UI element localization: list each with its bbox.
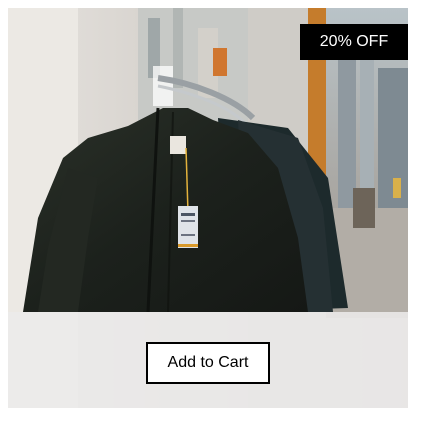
add-to-cart-button[interactable]: Add to Cart xyxy=(146,342,270,384)
discount-badge: 20% OFF xyxy=(300,24,408,60)
product-card: 20% OFF Add to Cart xyxy=(8,8,408,408)
card-action-overlay: Add to Cart xyxy=(8,312,408,408)
